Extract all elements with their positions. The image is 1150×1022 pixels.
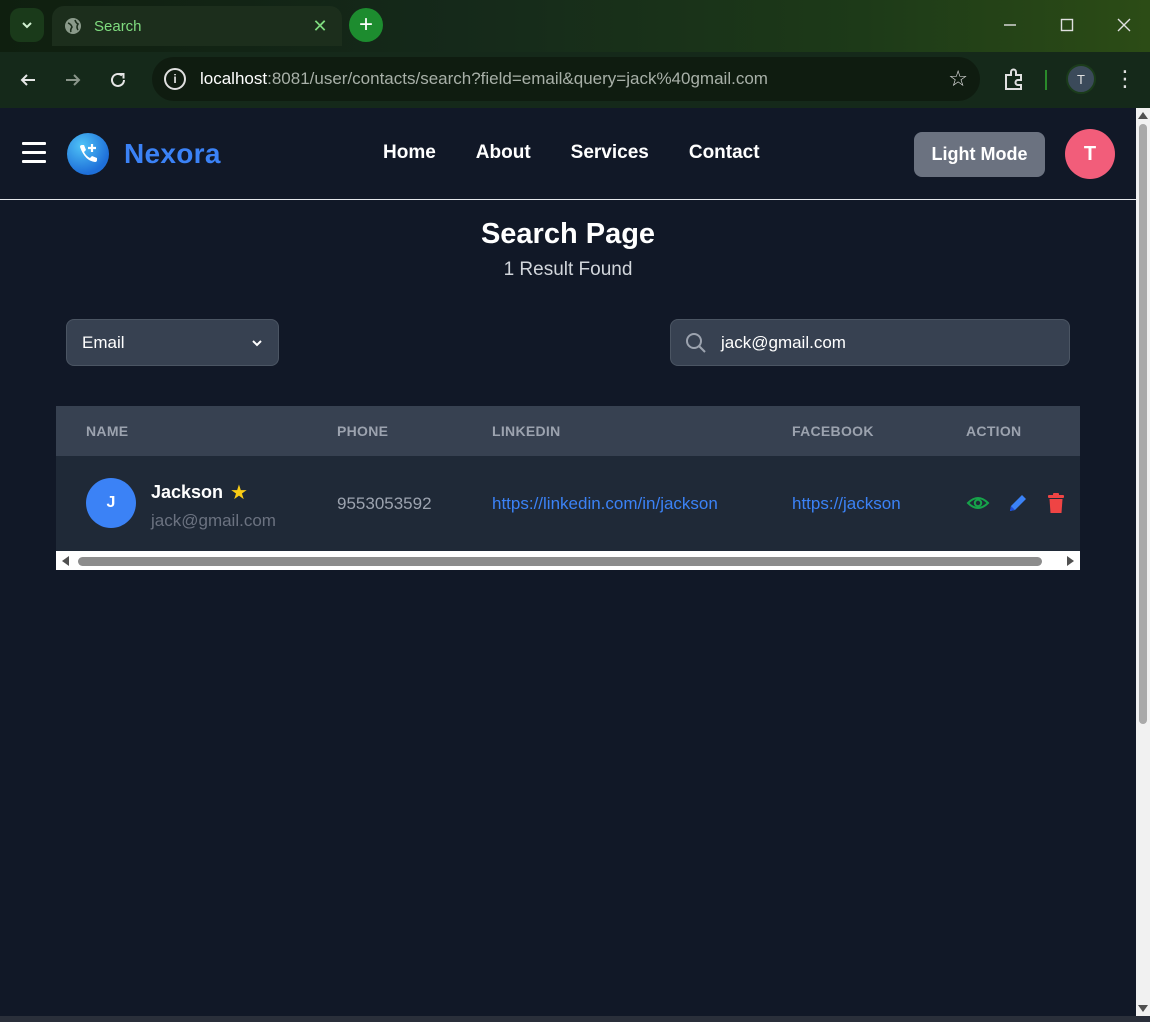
site-navbar: Nexora Home About Services Contact Light… — [0, 108, 1136, 200]
column-header-name: NAME — [86, 423, 129, 439]
column-header-phone: PHONE — [337, 423, 389, 439]
search-field-select[interactable]: Email — [66, 319, 279, 366]
trash-icon[interactable] — [1044, 491, 1068, 515]
contacts-table: NAME PHONE LINKEDIN FACEBOOK ACTION J Ja… — [56, 406, 1080, 570]
bookmark-star-icon[interactable]: ☆ — [948, 66, 968, 92]
browser-toolbar: i localhost:8081/user/contacts/search?fi… — [0, 52, 1150, 108]
address-bar[interactable]: i localhost:8081/user/contacts/search?fi… — [152, 57, 980, 101]
window-bottom-edge — [0, 1016, 1150, 1022]
browser-menu-icon[interactable]: ⋮ — [1114, 64, 1136, 94]
url-text: localhost:8081/user/contacts/search?fiel… — [200, 69, 768, 88]
column-header-action: ACTION — [966, 423, 1022, 439]
new-tab-button[interactable]: + — [349, 8, 383, 42]
column-header-facebook: FACEBOOK — [792, 423, 874, 439]
scroll-up-arrow-icon[interactable] — [1138, 112, 1148, 119]
arrow-right-icon — [66, 74, 81, 86]
column-header-linkedin: LINKEDIN — [492, 423, 561, 439]
tab-close-icon[interactable]: ✕ — [310, 16, 330, 37]
table-header: NAME PHONE LINKEDIN FACEBOOK ACTION — [56, 406, 1080, 456]
search-input[interactable]: jack@gmail.com — [670, 319, 1070, 366]
tab-title: Search — [94, 17, 142, 35]
table-row: J Jackson ★ jack@gmail.com 9553053592 ht… — [56, 456, 1080, 551]
eye-icon[interactable] — [966, 491, 990, 515]
nav-link-home[interactable]: Home — [383, 142, 436, 164]
globe-icon — [65, 18, 81, 34]
browser-chrome: Search ✕ + i localhost:8081/user/contact… — [0, 0, 1150, 108]
browser-tab[interactable]: Search ✕ — [52, 6, 342, 46]
nav-link-services[interactable]: Services — [571, 142, 649, 164]
close-icon — [1117, 18, 1131, 32]
result-count: 1 Result Found — [503, 259, 633, 280]
arrow-left-icon — [20, 74, 35, 86]
nav-link-contact[interactable]: Contact — [689, 142, 760, 164]
logo-icon[interactable] — [67, 133, 109, 175]
pencil-icon[interactable] — [1006, 491, 1030, 515]
extensions-icon[interactable] — [1000, 66, 1028, 94]
back-button[interactable] — [10, 62, 46, 98]
maximize-button[interactable] — [1049, 8, 1085, 42]
contact-avatar: J — [86, 478, 136, 528]
contact-linkedin-link[interactable]: https://linkedin.com/in/jackson — [492, 494, 718, 514]
user-avatar[interactable]: T — [1065, 129, 1115, 179]
forward-button[interactable] — [55, 62, 91, 98]
chevron-down-icon — [252, 339, 262, 346]
page-vertical-scrollbar[interactable] — [1136, 108, 1150, 1016]
page-viewport: Nexora Home About Services Contact Light… — [0, 108, 1136, 1016]
site-info-icon[interactable]: i — [164, 68, 186, 90]
scroll-down-arrow-icon[interactable] — [1138, 1005, 1148, 1012]
contact-email: jack@gmail.com — [151, 511, 276, 530]
nav-links: Home About Services Contact — [383, 142, 760, 164]
theme-toggle-button[interactable]: Light Mode — [914, 132, 1045, 177]
reload-icon — [111, 72, 125, 87]
scrollbar-thumb[interactable] — [1139, 124, 1147, 724]
contact-phone: 9553053592 — [337, 494, 432, 513]
contact-facebook-link[interactable]: https://jackson — [792, 494, 901, 514]
minimize-button[interactable] — [992, 8, 1028, 42]
scroll-right-arrow-icon[interactable] — [1067, 556, 1074, 566]
search-query: jack@gmail.com — [721, 332, 846, 352]
phone-plus-icon — [80, 144, 97, 162]
star-icon: ★ — [230, 482, 248, 504]
hamburger-menu-icon[interactable] — [22, 142, 46, 164]
scrollbar-thumb[interactable] — [78, 557, 1042, 566]
page-title: Search Page — [480, 218, 656, 250]
chevron-down-icon — [22, 22, 32, 29]
tab-list-button[interactable] — [10, 8, 44, 42]
scroll-left-arrow-icon[interactable] — [62, 556, 69, 566]
search-icon — [686, 332, 706, 353]
close-window-button[interactable] — [1106, 8, 1142, 42]
minimize-icon — [1004, 24, 1016, 26]
browser-profile-avatar[interactable]: T — [1066, 64, 1096, 94]
table-horizontal-scrollbar[interactable] — [56, 552, 1080, 570]
reload-button[interactable] — [100, 62, 136, 98]
search-field-value: Email — [82, 332, 125, 352]
maximize-icon — [1060, 18, 1074, 32]
nav-link-about[interactable]: About — [476, 142, 531, 164]
contact-name: Jackson — [151, 482, 224, 502]
brand-name[interactable]: Nexora — [124, 138, 221, 170]
toolbar-separator — [1045, 70, 1047, 90]
